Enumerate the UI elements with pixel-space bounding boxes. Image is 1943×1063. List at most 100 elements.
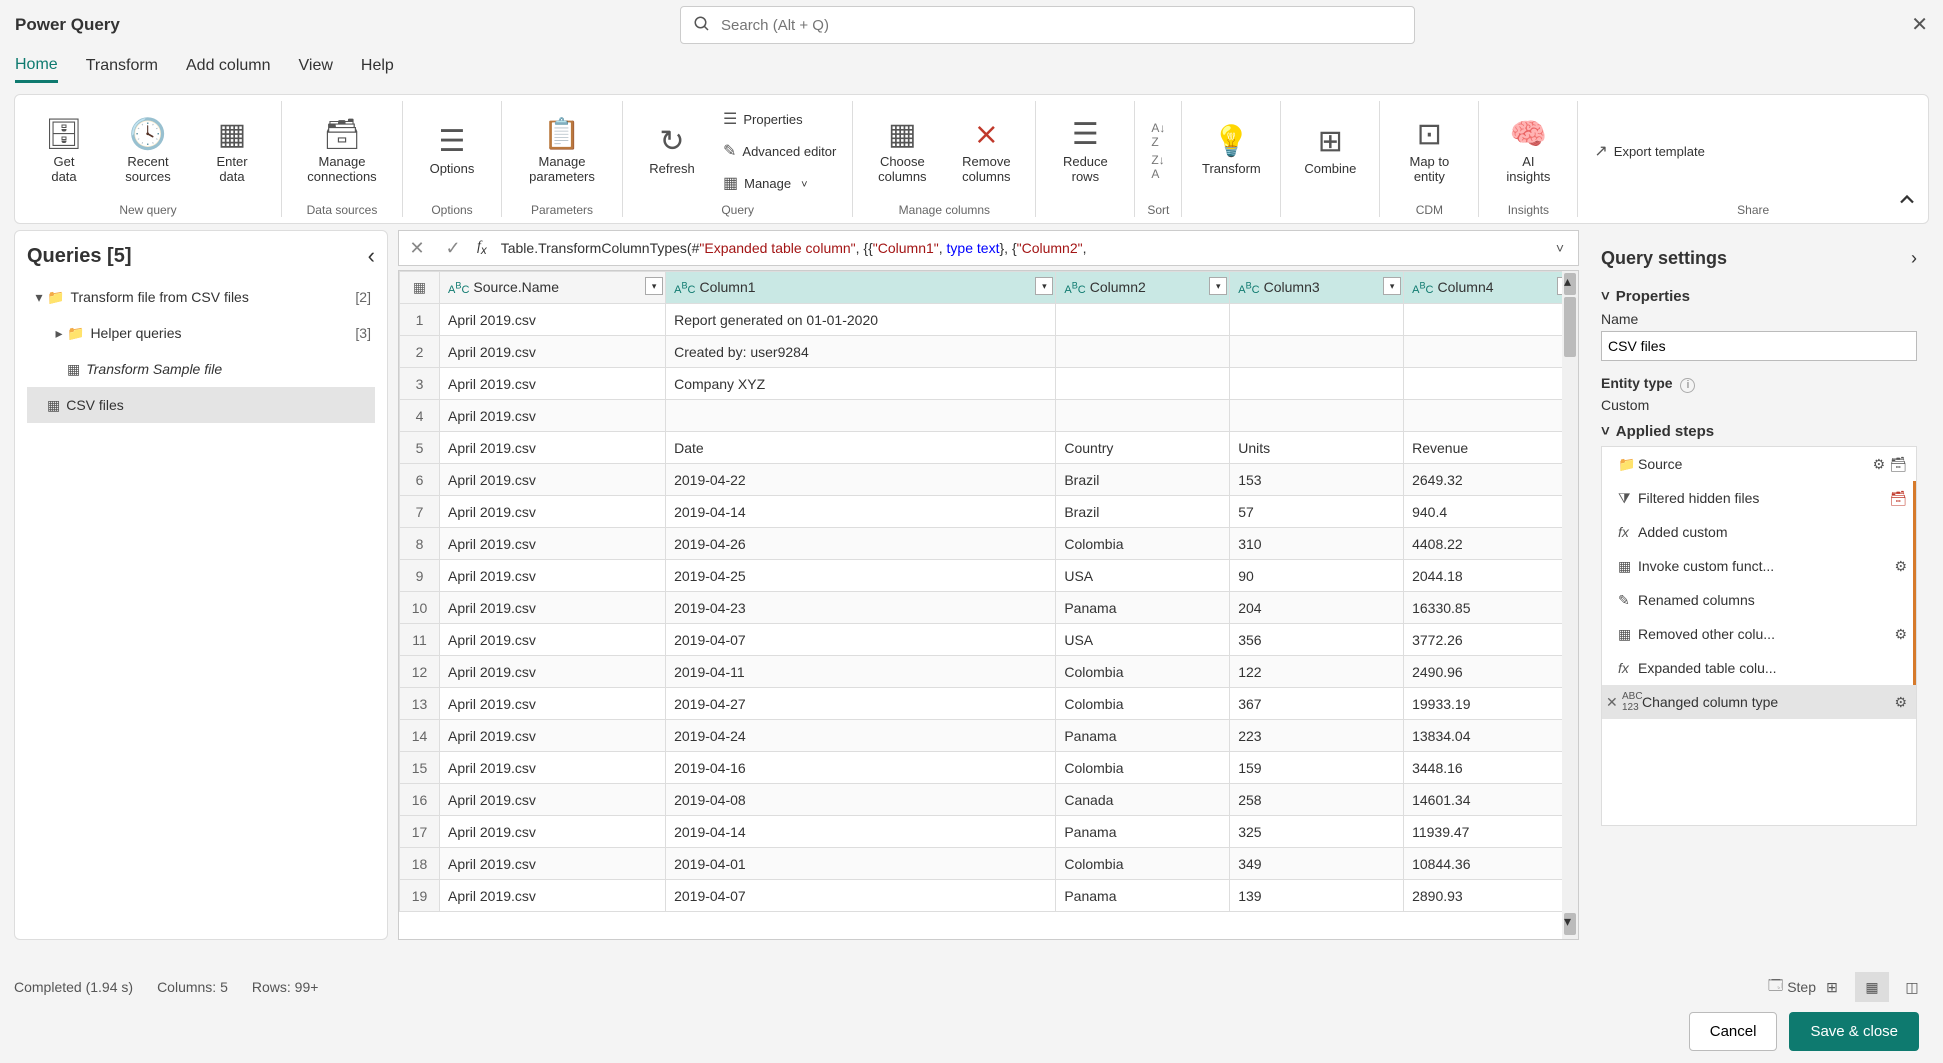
tree-folder-transform[interactable]: ▾ 📁 Transform file from CSV files [2] (27, 279, 375, 315)
cell[interactable]: 159 (1230, 752, 1404, 784)
cell[interactable]: 3448.16 (1404, 752, 1578, 784)
cell[interactable]: Colombia (1056, 688, 1230, 720)
cell[interactable] (1056, 400, 1230, 432)
cell[interactable]: April 2019.csv (440, 688, 666, 720)
save-close-button[interactable]: Save & close (1789, 1012, 1919, 1051)
cell[interactable]: Canada (1056, 784, 1230, 816)
table-row[interactable]: 18 April 2019.csv 2019-04-01 Colombia 34… (400, 848, 1578, 880)
row-number[interactable]: 16 (400, 784, 440, 816)
filter-icon[interactable]: ▾ (645, 277, 663, 295)
cell[interactable]: Report generated on 01-01-2020 (666, 304, 1056, 336)
sort-asc-button[interactable]: A↓Z (1145, 121, 1171, 149)
cell[interactable] (1230, 304, 1404, 336)
choose-columns-button[interactable]: ▦Choose columns (863, 105, 941, 197)
cell[interactable]: Units (1230, 432, 1404, 464)
tab-add-column[interactable]: Add column (186, 57, 271, 81)
table-row[interactable]: 8 April 2019.csv 2019-04-26 Colombia 310… (400, 528, 1578, 560)
cell[interactable]: 10844.36 (1404, 848, 1578, 880)
table-row[interactable]: 7 April 2019.csv 2019-04-14 Brazil 57 94… (400, 496, 1578, 528)
cell[interactable]: 2490.96 (1404, 656, 1578, 688)
properties-section[interactable]: ˅Properties (1601, 288, 1917, 305)
cell[interactable]: April 2019.csv (440, 720, 666, 752)
cell[interactable]: 204 (1230, 592, 1404, 624)
row-number[interactable]: 17 (400, 816, 440, 848)
cell[interactable]: Revenue (1404, 432, 1578, 464)
row-number[interactable]: 6 (400, 464, 440, 496)
table-row[interactable]: 6 April 2019.csv 2019-04-22 Brazil 153 2… (400, 464, 1578, 496)
cell[interactable]: 2019-04-22 (666, 464, 1056, 496)
row-number[interactable]: 4 (400, 400, 440, 432)
cell[interactable] (1404, 368, 1578, 400)
cell[interactable]: USA (1056, 560, 1230, 592)
cancel-button[interactable]: Cancel (1689, 1012, 1778, 1051)
db-icon[interactable]: 🗃 (1889, 490, 1907, 507)
cell[interactable]: 258 (1230, 784, 1404, 816)
step-invoke[interactable]: ▦Invoke custom funct...⚙ (1602, 549, 1916, 583)
table-row[interactable]: 1 April 2019.csv Report generated on 01-… (400, 304, 1578, 336)
cell[interactable]: 14601.34 (1404, 784, 1578, 816)
cell[interactable] (1230, 400, 1404, 432)
row-number[interactable]: 1 (400, 304, 440, 336)
cell[interactable]: Panama (1056, 720, 1230, 752)
table-row[interactable]: 19 April 2019.csv 2019-04-07 Panama 139 … (400, 880, 1578, 912)
manage-parameters-button[interactable]: 📋Manage parameters (512, 105, 612, 197)
table-row[interactable]: 4 April 2019.csv (400, 400, 1578, 432)
table-row[interactable]: 13 April 2019.csv 2019-04-27 Colombia 36… (400, 688, 1578, 720)
cell[interactable]: 2019-04-16 (666, 752, 1056, 784)
filter-icon[interactable]: ▾ (1209, 277, 1227, 295)
tab-transform[interactable]: Transform (86, 57, 158, 81)
cell[interactable]: 2019-04-23 (666, 592, 1056, 624)
cell[interactable]: 11939.47 (1404, 816, 1578, 848)
cell[interactable]: 367 (1230, 688, 1404, 720)
properties-button[interactable]: ☰Properties (717, 105, 842, 133)
db-icon[interactable]: 🗃 (1889, 456, 1907, 473)
cell[interactable]: Brazil (1056, 496, 1230, 528)
col-source-name[interactable]: ABCSource.Name▾ (440, 272, 666, 304)
row-number[interactable]: 10 (400, 592, 440, 624)
cell[interactable]: 153 (1230, 464, 1404, 496)
enter-data-button[interactable]: ▦Enter data (193, 105, 271, 197)
filter-icon[interactable]: ▾ (1383, 277, 1401, 295)
step-filtered[interactable]: ⧩Filtered hidden files🗃 (1602, 481, 1916, 515)
gear-icon[interactable]: ⚙ (1894, 558, 1907, 575)
cell[interactable]: April 2019.csv (440, 752, 666, 784)
cell[interactable]: 2019-04-11 (666, 656, 1056, 688)
settings-expand-icon[interactable]: › (1911, 248, 1917, 269)
cell[interactable]: Brazil (1056, 464, 1230, 496)
scroll-down-icon[interactable]: ▾ (1564, 913, 1576, 935)
cell[interactable]: April 2019.csv (440, 624, 666, 656)
row-number[interactable]: 7 (400, 496, 440, 528)
row-number[interactable]: 9 (400, 560, 440, 592)
sort-desc-button[interactable]: Z↓A (1145, 153, 1171, 181)
recent-sources-button[interactable]: 🕓Recent sources (109, 105, 187, 197)
cell[interactable]: 139 (1230, 880, 1404, 912)
cell[interactable]: April 2019.csv (440, 496, 666, 528)
cell[interactable]: April 2019.csv (440, 592, 666, 624)
step-added-custom[interactable]: fxAdded custom (1602, 515, 1916, 549)
cell[interactable]: April 2019.csv (440, 464, 666, 496)
schema-view-button[interactable]: ◫ (1895, 972, 1929, 1002)
search-box[interactable] (680, 6, 1415, 44)
cell[interactable] (1230, 368, 1404, 400)
row-number[interactable]: 5 (400, 432, 440, 464)
cell[interactable]: 2890.93 (1404, 880, 1578, 912)
tab-help[interactable]: Help (361, 57, 394, 81)
table-row[interactable]: 17 April 2019.csv 2019-04-14 Panama 325 … (400, 816, 1578, 848)
tree-item-sample[interactable]: ▦ Transform Sample file (27, 351, 375, 387)
table-row[interactable]: 5 April 2019.csv Date Country Units Reve… (400, 432, 1578, 464)
cell[interactable]: 325 (1230, 816, 1404, 848)
remove-columns-button[interactable]: ⨯Remove columns (947, 105, 1025, 197)
table-row[interactable]: 16 April 2019.csv 2019-04-08 Canada 258 … (400, 784, 1578, 816)
table-row[interactable]: 12 April 2019.csv 2019-04-11 Colombia 12… (400, 656, 1578, 688)
table-row[interactable]: 14 April 2019.csv 2019-04-24 Panama 223 … (400, 720, 1578, 752)
combine-button[interactable]: ⊞Combine (1291, 105, 1369, 197)
cell[interactable]: April 2019.csv (440, 368, 666, 400)
cell[interactable]: April 2019.csv (440, 336, 666, 368)
cell[interactable] (1404, 304, 1578, 336)
refresh-button[interactable]: ↻Refresh (633, 105, 711, 197)
cell[interactable]: Created by: user9284 (666, 336, 1056, 368)
step-source[interactable]: 📁Source⚙🗃 (1602, 447, 1916, 481)
cell[interactable]: 2019-04-08 (666, 784, 1056, 816)
cell[interactable]: 122 (1230, 656, 1404, 688)
cell[interactable]: April 2019.csv (440, 848, 666, 880)
